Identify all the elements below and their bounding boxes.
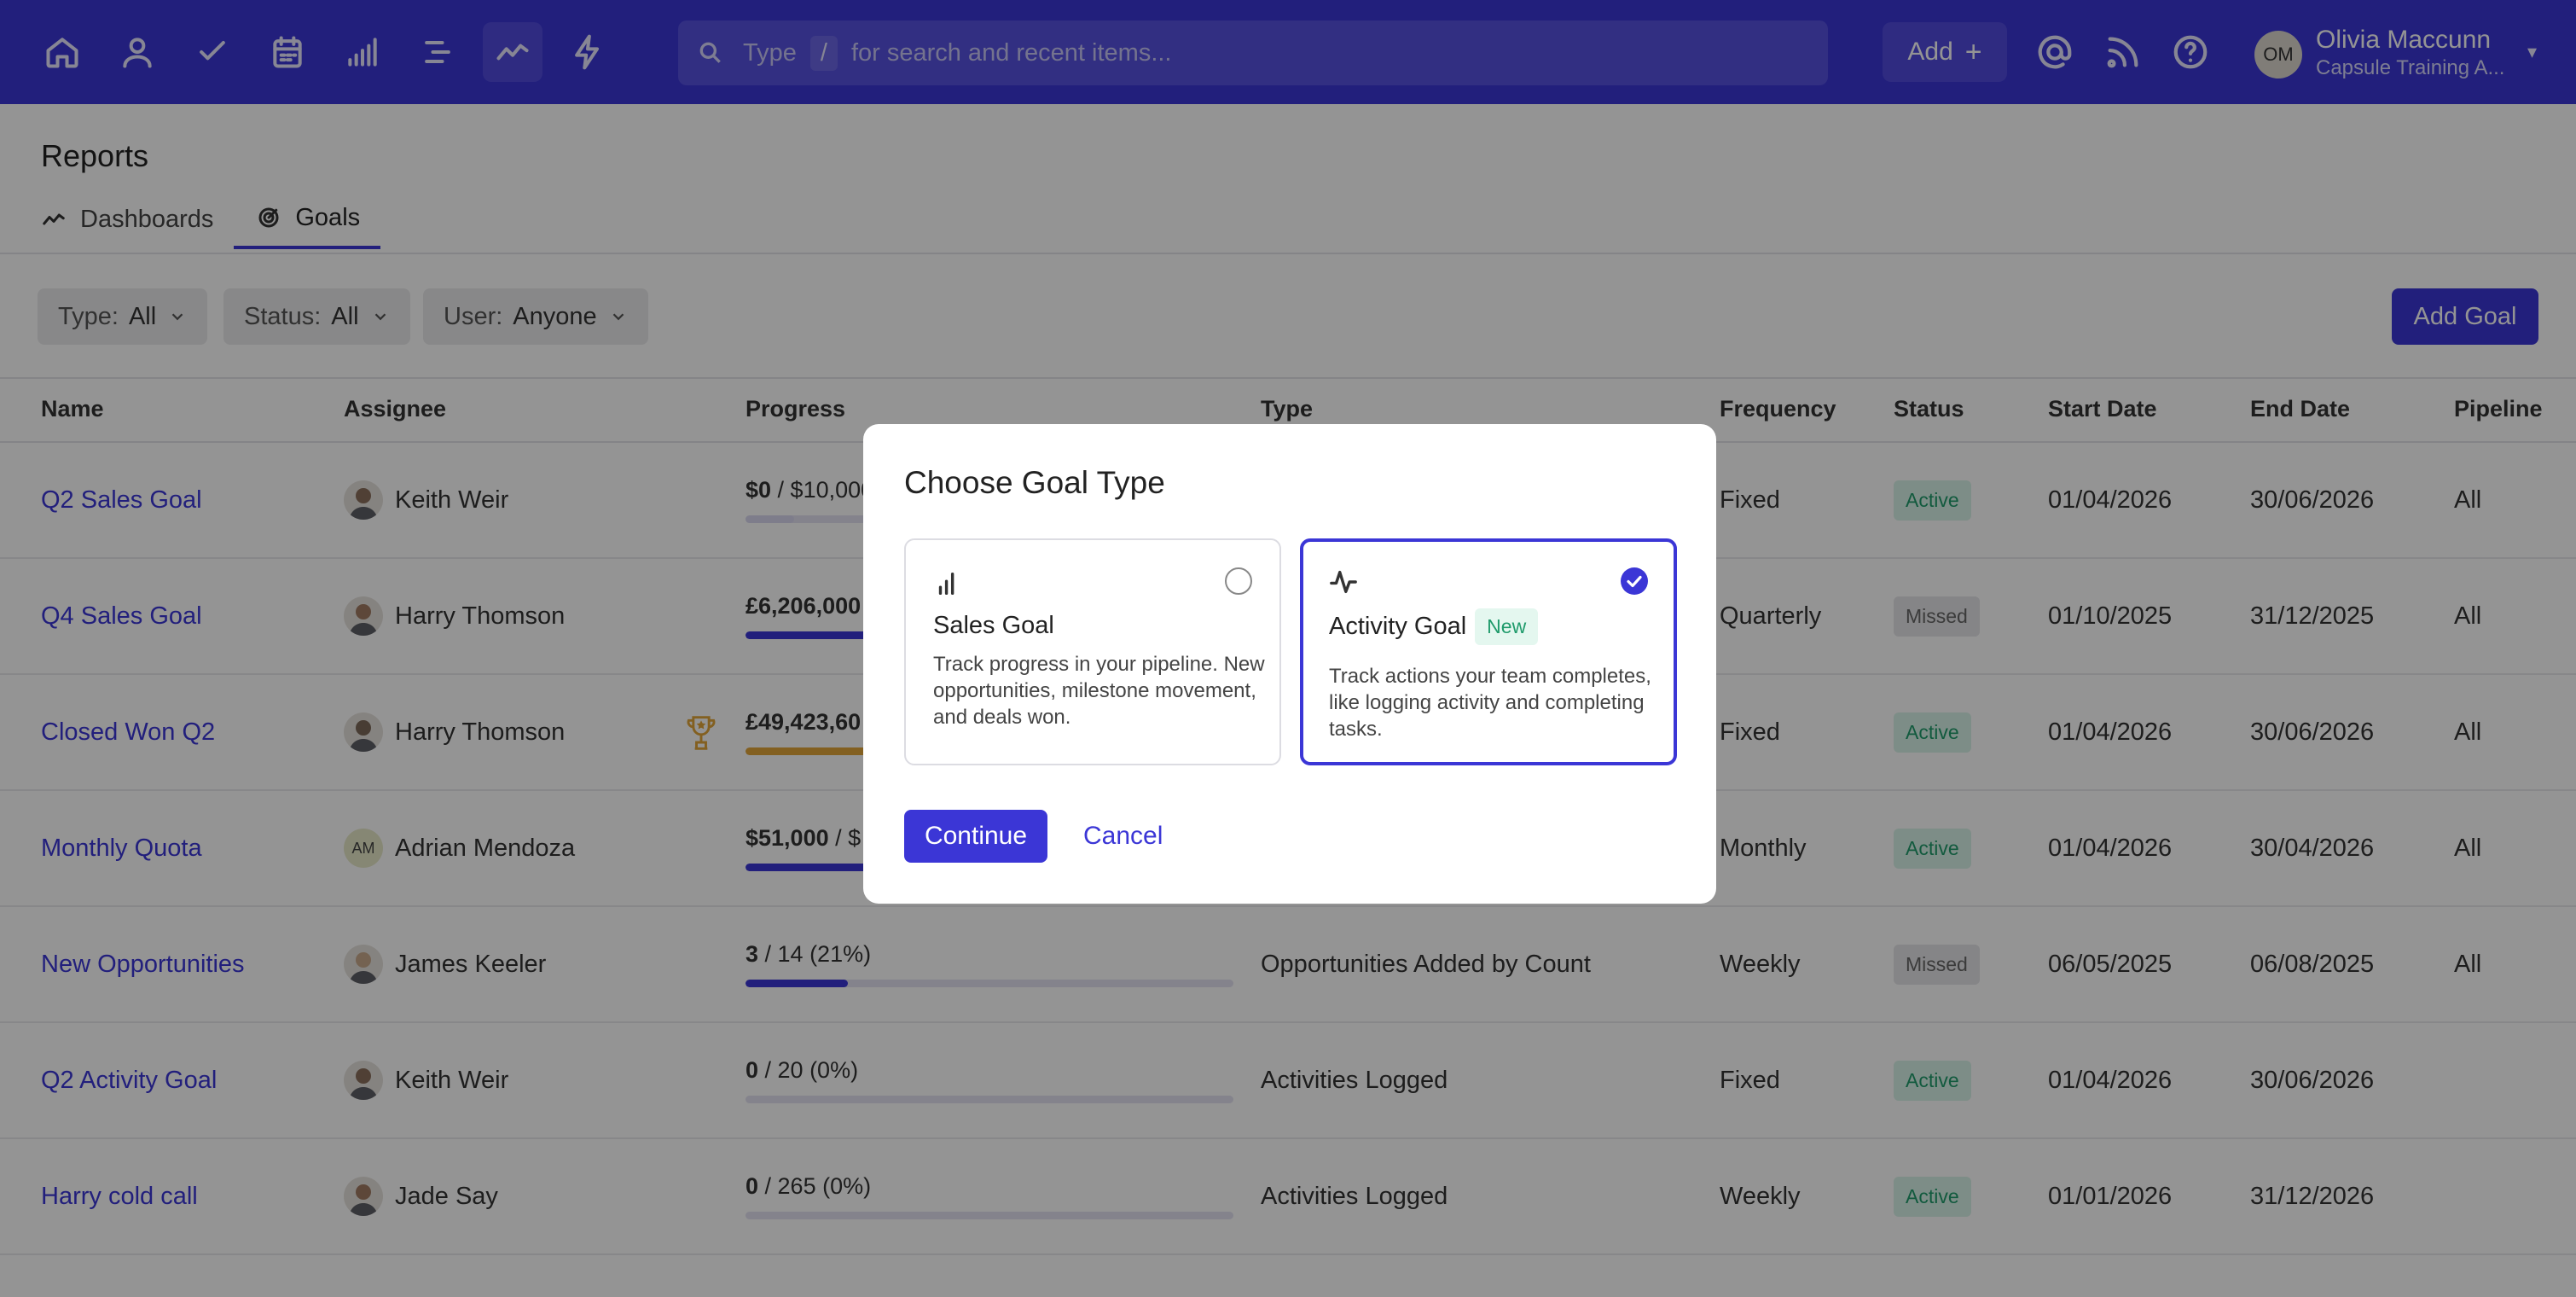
activity-goal-radio[interactable] bbox=[1621, 567, 1648, 595]
new-badge: New bbox=[1475, 608, 1539, 645]
sales-goal-radio[interactable] bbox=[1225, 567, 1252, 595]
dialog-title: Choose Goal Type bbox=[904, 465, 1165, 500]
option-title: Activity Goal New bbox=[1329, 608, 1539, 645]
checkmark-icon bbox=[1627, 575, 1642, 588]
bar-chart-icon bbox=[938, 572, 954, 596]
activity-goal-option[interactable]: Activity Goal New Track actions your tea… bbox=[1300, 538, 1677, 765]
option-description: Track actions your team completes, like … bbox=[1329, 665, 1651, 741]
continue-button[interactable]: Continue bbox=[904, 810, 1047, 863]
cancel-button[interactable]: Cancel bbox=[1083, 810, 1163, 863]
option-title: Sales Goal bbox=[933, 612, 1054, 640]
activity-icon bbox=[1330, 570, 1357, 594]
option-description: Track progress in your pipeline. New opp… bbox=[933, 653, 1265, 729]
choose-goal-type-dialog: Choose Goal Type Sales Goal Track progre… bbox=[863, 424, 1716, 904]
option-title-text: Sales Goal bbox=[933, 612, 1054, 639]
option-title-text: Activity Goal bbox=[1329, 613, 1467, 640]
sales-goal-option[interactable]: Sales Goal Track progress in your pipeli… bbox=[904, 538, 1281, 765]
